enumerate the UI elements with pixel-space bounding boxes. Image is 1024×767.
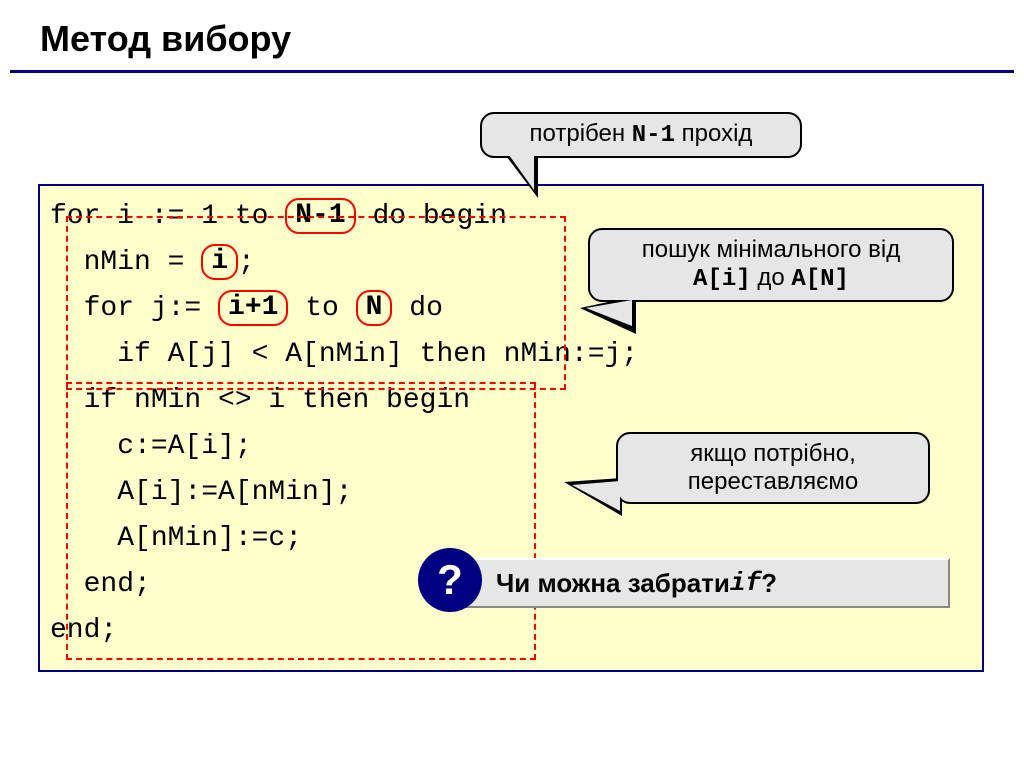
callout-r1-mono2: A[N] [791, 266, 849, 293]
callout-r1-line1: пошук мінімального від [606, 236, 936, 264]
question-bar: Чи можна забрати if? [450, 558, 950, 608]
question-mark-icon: ? [418, 548, 482, 612]
question-pre: Чи можна забрати [496, 568, 730, 599]
callout-swap: якщо потрібно, переставляємо [616, 432, 930, 504]
callout-r1-line2: A[i] до A[N] [606, 264, 936, 294]
callout-r1-mono1: A[i] [693, 266, 751, 293]
callout-findmin-tail-fill [586, 300, 632, 326]
question-post: ? [761, 568, 777, 599]
callout-r2-line1: якщо потрібно, [634, 440, 912, 468]
question-mono: if [730, 568, 761, 598]
callout-top-pre: потрібен [530, 120, 632, 147]
callout-top-tail-fill [504, 148, 534, 190]
callout-find-min: пошук мінімального від A[i] до A[N] [588, 228, 954, 302]
callout-top-mono: N-1 [632, 122, 675, 149]
slide-title: Метод вибору [40, 18, 1024, 60]
callout-r1-mid: до [751, 264, 792, 291]
callout-swap-tail-fill [572, 481, 620, 511]
title-rule [10, 70, 1014, 73]
callout-r2-line2: переставляємо [634, 468, 912, 496]
dashed-region-find-min [66, 216, 566, 390]
slide: Метод вибору for i := 1 to N-1 do begin … [0, 0, 1024, 767]
dashed-region-swap [66, 382, 536, 660]
callout-top-post: прохід [675, 120, 752, 147]
